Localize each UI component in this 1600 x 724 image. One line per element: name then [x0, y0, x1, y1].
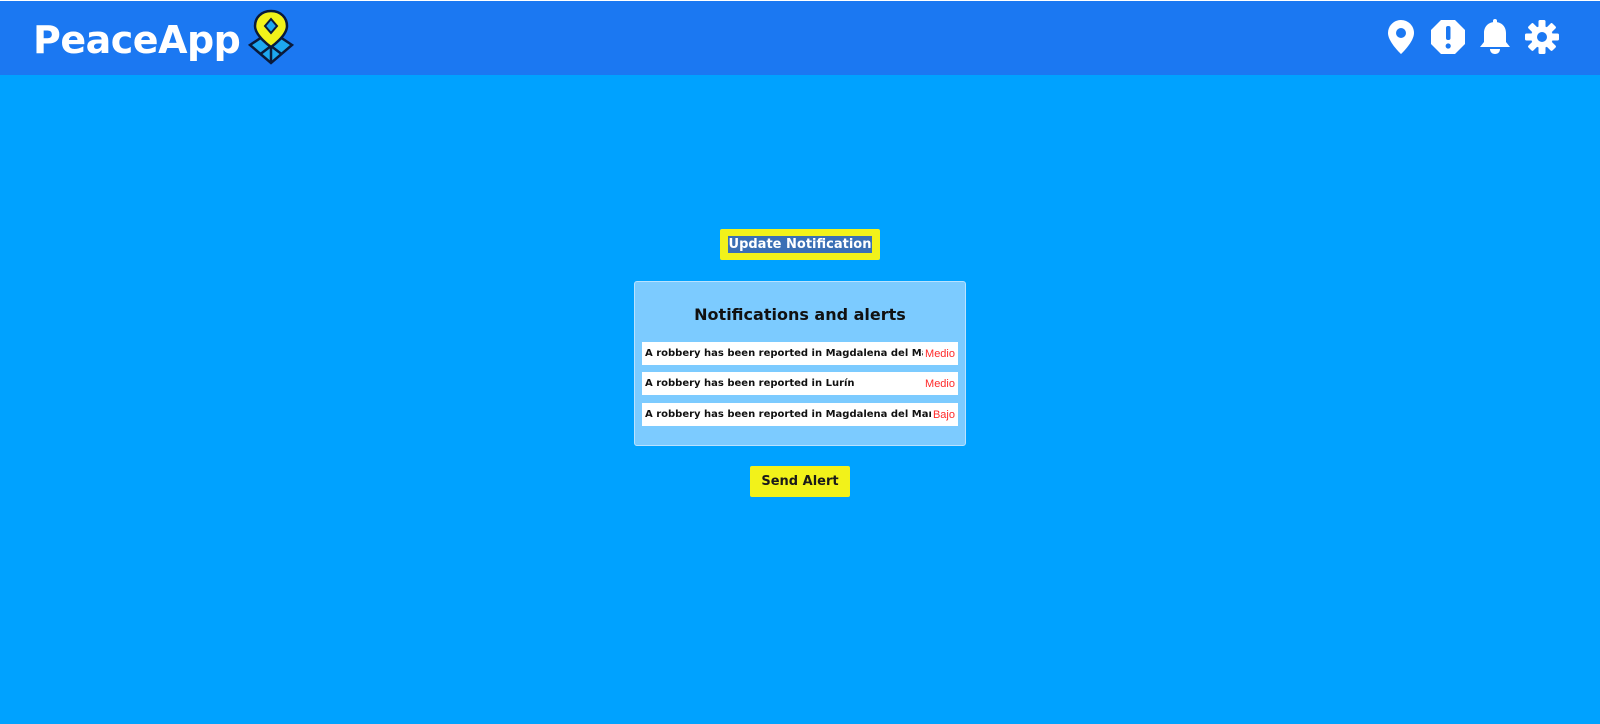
notification-text: A robbery has been reported in Magdalena…	[645, 409, 931, 420]
notification-level: Medio	[925, 377, 955, 390]
notification-text: A robbery has been reported in Lurín	[645, 378, 855, 389]
notification-level: Bajo	[932, 408, 955, 421]
app-name: PeaceApp	[33, 17, 241, 62]
notifications-panel: Notifications and alerts A robbery has b…	[634, 281, 966, 446]
panel-title: Notifications and alerts	[694, 305, 906, 324]
alert-octagon-icon[interactable]	[1430, 19, 1466, 55]
update-notification-button[interactable]: Update Notification	[720, 229, 880, 260]
notification-level: Medio	[925, 347, 955, 360]
top-navbar: PeaceApp	[0, 0, 1600, 75]
header-icon-bar	[1383, 19, 1560, 55]
notification-item[interactable]: A robbery has been reported in Magdalena…	[642, 342, 958, 365]
bell-icon[interactable]	[1477, 19, 1513, 55]
location-pin-icon[interactable]	[1383, 19, 1419, 55]
update-notification-label: Update Notification	[727, 236, 873, 253]
brand-logo-link[interactable]: PeaceApp	[33, 9, 298, 70]
gear-icon[interactable]	[1524, 19, 1560, 55]
send-alert-button[interactable]: Send Alert	[750, 466, 850, 497]
notification-text: A robbery has been reported in Magdalena…	[645, 348, 924, 359]
notification-item[interactable]: A robbery has been reported in Lurín Med…	[642, 372, 958, 395]
map-pin-logo-icon	[244, 9, 298, 70]
notification-item[interactable]: A robbery has been reported in Magdalena…	[642, 403, 958, 426]
